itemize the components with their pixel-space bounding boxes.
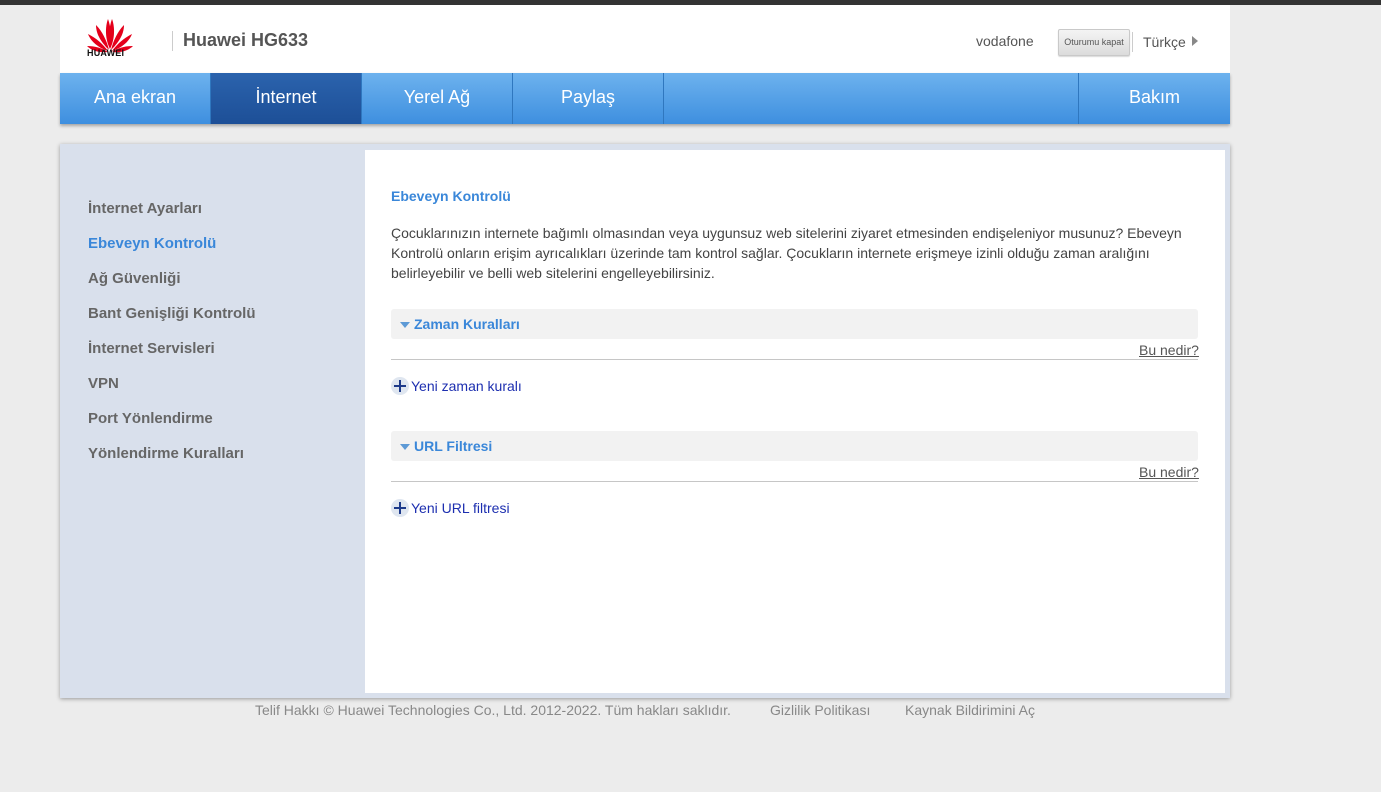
caret-down-icon — [400, 322, 410, 328]
language-selector[interactable]: Türkçe — [1143, 34, 1198, 50]
footer-copyright: Telif Hakkı © Huawei Technologies Co., L… — [255, 702, 731, 718]
footer-source-link[interactable]: Kaynak Bildirimini Aç — [905, 702, 1035, 718]
sidebar-item-yonlendirme-kurallari[interactable]: Yönlendirme Kuralları — [88, 445, 244, 462]
plus-circle-icon — [391, 377, 409, 395]
caret-down-icon — [400, 444, 410, 450]
sidebar-item-bant-genisligi[interactable]: Bant Genişliği Kontrolü — [88, 305, 256, 322]
add-time-rule-label: Yeni zaman kuralı — [411, 378, 522, 394]
logout-button[interactable]: Oturumu kapat — [1058, 29, 1130, 56]
sidebar-item-port-yonlendirme[interactable]: Port Yönlendirme — [88, 410, 213, 427]
nav-tab-bakim[interactable]: Bakım — [1079, 73, 1230, 124]
section-header-zaman-kurallari[interactable]: Zaman Kuralları — [391, 309, 1198, 339]
help-link-url[interactable]: Bu nedir? — [1139, 464, 1199, 480]
nav-tab-internet[interactable]: İnternet — [211, 73, 361, 124]
footer-privacy-link[interactable]: Gizlilik Politikası — [770, 702, 870, 718]
section-title: Zaman Kuralları — [414, 316, 520, 332]
page-title: Ebeveyn Kontrolü — [391, 188, 511, 204]
add-url-filter-button[interactable]: Yeni URL filtresi — [391, 499, 510, 517]
language-label: Türkçe — [1143, 34, 1186, 50]
section-divider — [391, 481, 1198, 482]
brand-text: HUAWEI — [87, 48, 125, 58]
help-link-zaman[interactable]: Bu nedir? — [1139, 342, 1199, 358]
sidebar-item-internet-ayarlari[interactable]: İnternet Ayarları — [88, 200, 202, 217]
nav-tab-paylas[interactable]: Paylaş — [513, 73, 663, 124]
user-name: vodafone — [976, 33, 1034, 49]
page-description: Çocuklarınızın internete bağımlı olmasın… — [391, 225, 1182, 281]
main-nav: Ana ekran İnternet Yerel Ağ Paylaş Bakım — [60, 73, 1230, 124]
section-title: URL Filtresi — [414, 438, 493, 454]
nav-tab-yerel-ag[interactable]: Yerel Ağ — [362, 73, 512, 124]
sidebar-item-ag-guvenligi[interactable]: Ağ Güvenliği — [88, 270, 181, 287]
add-time-rule-button[interactable]: Yeni zaman kuralı — [391, 377, 522, 395]
sidebar-item-vpn[interactable]: VPN — [88, 375, 119, 392]
sidebar-item-ebeveyn-kontrolu[interactable]: Ebeveyn Kontrolü — [88, 235, 216, 252]
section-divider — [391, 359, 1198, 360]
caret-right-icon — [1191, 36, 1198, 46]
nav-divider — [663, 73, 664, 124]
header: HUAWEI Huawei HG633 vodafone Oturumu kap… — [60, 5, 1230, 73]
content-area: İnternet Ayarları Ebeveyn Kontrolü Ağ Gü… — [60, 144, 1230, 698]
main-panel: Ebeveyn Kontrolü Çocuklarınızın internet… — [365, 150, 1225, 693]
model-separator — [172, 31, 173, 51]
nav-tab-ana-ekran[interactable]: Ana ekran — [60, 73, 210, 124]
language-separator — [1132, 32, 1133, 52]
section-header-url-filtresi[interactable]: URL Filtresi — [391, 431, 1198, 461]
device-model-title: Huawei HG633 — [183, 30, 309, 50]
sidebar-item-internet-servisleri[interactable]: İnternet Servisleri — [88, 340, 215, 357]
add-url-filter-label: Yeni URL filtresi — [411, 500, 510, 516]
plus-circle-icon — [391, 499, 409, 517]
sidebar: İnternet Ayarları Ebeveyn Kontrolü Ağ Gü… — [60, 144, 365, 698]
